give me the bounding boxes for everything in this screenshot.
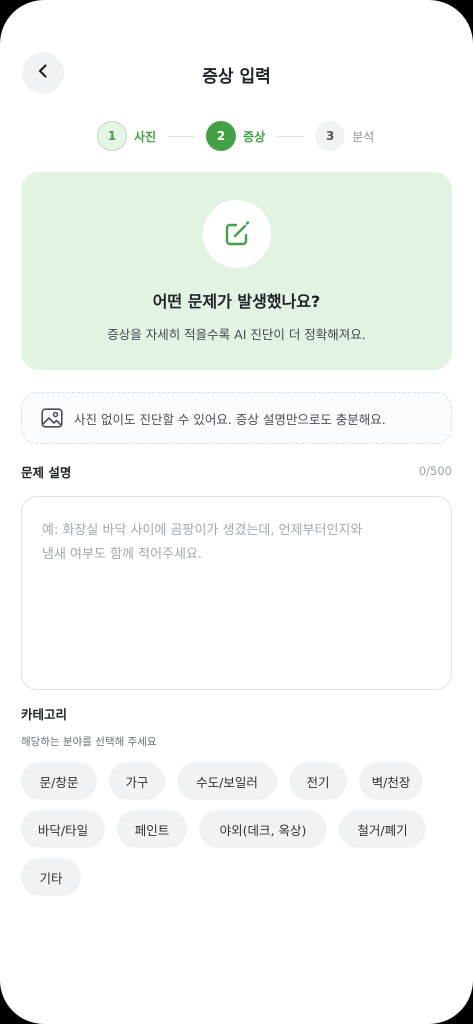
no-photo-notice: 사진 없이도 진단할 수 있어요. 증상 설명만으로도 충분해요. [21,392,452,444]
intro-card: 어떤 문제가 발생했나요? 증상을 자세히 적을수록 AI 진단이 더 정확해져… [21,172,452,370]
problem-description-input[interactable]: 예: 화장실 바닥 사이에 곰팡이가 생겼는데, 언제부터인지와 냄새 여부도 … [21,496,452,690]
notice-text: 사진 없이도 진단할 수 있어요. 증상 설명만으로도 충분해요. [74,411,386,427]
category-chip[interactable]: 가구 [109,762,165,800]
category-chip[interactable]: 전기 [289,762,347,800]
category-title: 카테고리 [21,707,68,722]
phone-screen: 증상 입력 1 사진 2 증상 3 분석 어떤 문제가 발생했나요? 증상을 자… [0,0,473,1024]
edit-icon [203,200,271,268]
step-analysis: 3 분석 [315,121,374,151]
step-label: 분석 [352,129,375,144]
category-chip[interactable]: 철거/폐기 [339,810,426,848]
step-connector [277,135,304,137]
description-label: 문제 설명 [21,465,72,480]
step-photo: 1 사진 [97,121,156,151]
category-chip[interactable]: 야외(데크, 옥상) [199,810,327,848]
intro-subtitle: 증상을 자세히 적을수록 AI 진단이 더 정확해져요. [107,327,366,342]
description-placeholder: 예: 화장실 바닥 사이에 곰팡이가 생겼는데, 언제부터인지와 냄새 여부도 … [42,523,363,562]
category-chip[interactable]: 기타 [21,858,81,896]
category-chips: 문/창문 가구 수도/보일러 전기 벽/천장 바닥/타일 페인트 야외(데크, … [21,762,452,906]
category-chip[interactable]: 문/창문 [21,762,97,800]
header: 증상 입력 [0,52,473,96]
character-counter: 0/500 [418,464,452,478]
step-symptom: 2 증상 [206,121,265,151]
step-number: 2 [206,121,237,151]
image-icon [40,406,64,430]
step-label: 사진 [134,129,157,144]
progress-stepper: 1 사진 2 증상 3 분석 [97,121,374,151]
description-header: 문제 설명 0/500 [21,462,452,482]
step-number: 1 [97,121,127,151]
category-chip[interactable]: 벽/천장 [359,762,423,800]
step-number: 3 [315,121,346,151]
step-connector [168,135,195,137]
page-title: 증상 입력 [202,67,271,87]
category-chip[interactable]: 수도/보일러 [177,762,277,800]
step-label: 증상 [243,129,266,144]
category-chip[interactable]: 페인트 [117,810,187,848]
category-chip[interactable]: 바닥/타일 [21,810,105,848]
category-subtitle: 해당하는 분야를 선택해 주세요 [21,736,157,748]
intro-title: 어떤 문제가 발생했나요? [152,292,321,311]
